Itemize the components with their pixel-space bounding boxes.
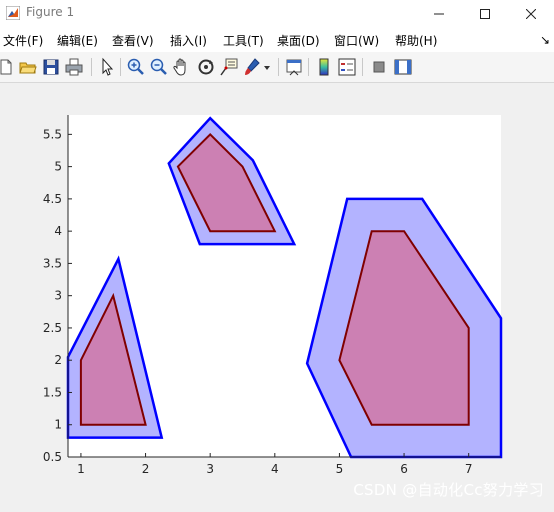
colorbar-icon xyxy=(319,58,329,76)
toolbar-separator xyxy=(308,58,309,76)
pan-button[interactable] xyxy=(172,57,192,77)
hide-plot-tools-button[interactable] xyxy=(369,57,389,77)
y-tick-label: 2 xyxy=(54,353,62,367)
new-figure-button[interactable] xyxy=(0,57,16,77)
x-tick-label: 5 xyxy=(336,462,344,476)
pan-hand-icon xyxy=(173,58,186,76)
link-plot-button[interactable] xyxy=(284,57,304,77)
menu-window[interactable]: 窗口(W) xyxy=(334,32,379,49)
y-tick-label: 1 xyxy=(54,418,62,432)
menu-file[interactable]: 文件(F) xyxy=(3,32,43,49)
dock-arrow-icon[interactable]: ↘ xyxy=(540,33,550,47)
open-file-button[interactable] xyxy=(18,57,38,77)
zoom-out-button[interactable] xyxy=(149,57,169,77)
toolbar-separator xyxy=(91,58,92,76)
data-cursor-button[interactable] xyxy=(219,57,239,77)
y-tick-label: 2.5 xyxy=(43,321,62,335)
minimize-icon xyxy=(434,13,444,15)
print-button[interactable] xyxy=(64,57,84,77)
x-tick-label: 4 xyxy=(271,462,279,476)
polygon-plot[interactable]: 1 2 3 4 5 6 7 0.5 1 1.5 2 2.5 3 3.5 4 4.5 5 5.5 xyxy=(0,83,554,508)
brush-icon xyxy=(245,58,260,75)
save-button[interactable] xyxy=(41,57,61,77)
legend-icon xyxy=(338,58,356,76)
y-tick-label: 3.5 xyxy=(43,256,62,270)
new-figure-icon xyxy=(0,59,12,75)
show-plot-tools-icon xyxy=(394,59,412,75)
figure-canvas: 1 2 3 4 5 6 7 0.5 1 1.5 2 2.5 3 3.5 4 4.5 5 5.5 CSDN @自动化… xyxy=(0,83,554,508)
menu-help[interactable]: 帮助(H) xyxy=(395,32,437,49)
data-cursor-icon xyxy=(220,58,238,76)
open-file-icon xyxy=(19,62,37,74)
close-icon xyxy=(526,9,536,19)
hide-plot-tools-icon xyxy=(373,61,385,73)
y-tick-label: 5 xyxy=(54,160,62,174)
y-tick-label: 4.5 xyxy=(43,192,62,206)
save-icon xyxy=(43,59,59,75)
rotate-3d-button[interactable] xyxy=(196,57,216,77)
maximize-icon xyxy=(480,9,490,19)
menu-desktop[interactable]: 桌面(D) xyxy=(277,32,320,49)
zoom-out-icon xyxy=(150,58,167,75)
brush-dropdown-icon xyxy=(264,66,270,70)
toolbar-separator xyxy=(362,58,363,76)
link-plot-icon xyxy=(286,59,302,76)
pointer-icon xyxy=(102,57,114,76)
figure-toolbar xyxy=(0,52,554,83)
close-button[interactable] xyxy=(508,0,554,28)
title-bar: Figure 1 xyxy=(0,0,554,28)
rotate-3d-icon xyxy=(198,59,214,75)
y-tick-label: 4 xyxy=(54,224,62,238)
toolbar-separator xyxy=(278,58,279,76)
x-tick-label: 1 xyxy=(77,462,85,476)
y-tick-label: 1.5 xyxy=(43,385,62,399)
menu-view[interactable]: 查看(V) xyxy=(112,32,154,49)
menu-edit[interactable]: 编辑(E) xyxy=(57,32,98,49)
watermark: CSDN @自动化Cc努力学习 xyxy=(353,481,544,499)
show-plot-tools-button[interactable] xyxy=(393,57,413,77)
brush-dropdown-button[interactable] xyxy=(262,57,272,77)
menu-insert[interactable]: 插入(I) xyxy=(170,32,207,49)
minimize-button[interactable] xyxy=(416,0,462,28)
menu-bar: 文件(F) 编辑(E) 查看(V) 插入(I) 工具(T) 桌面(D) 窗口(W… xyxy=(0,28,554,52)
pointer-button[interactable] xyxy=(97,57,117,77)
legend-button[interactable] xyxy=(337,57,357,77)
y-tick-label: 0.5 xyxy=(43,450,62,464)
brush-button[interactable] xyxy=(242,57,262,77)
menu-tools[interactable]: 工具(T) xyxy=(223,32,264,49)
x-tick-label: 2 xyxy=(142,462,150,476)
zoom-in-button[interactable] xyxy=(126,57,146,77)
window-title: Figure 1 xyxy=(26,5,75,19)
zoom-in-icon xyxy=(127,58,144,75)
x-tick-label: 6 xyxy=(400,462,408,476)
matlab-logo-icon xyxy=(6,6,20,20)
x-tick-label: 3 xyxy=(206,462,214,476)
y-tick-label: 5.5 xyxy=(43,127,62,141)
colorbar-button[interactable] xyxy=(314,57,334,77)
maximize-button[interactable] xyxy=(462,0,508,28)
toolbar-separator xyxy=(120,58,121,76)
print-icon xyxy=(65,58,83,76)
y-tick-label: 3 xyxy=(54,289,62,303)
x-tick-label: 7 xyxy=(465,462,473,476)
